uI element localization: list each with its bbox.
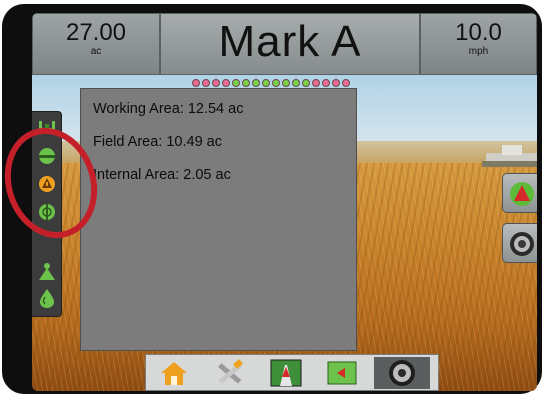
field-map-icon xyxy=(327,361,357,385)
boom-section-dot xyxy=(262,79,270,87)
boom-section-dot xyxy=(302,79,310,87)
job-title-panel[interactable]: Mark A xyxy=(160,13,420,75)
combine-harvester-icon xyxy=(482,145,537,167)
display-screen: 27.00 ac Mark A 10.0 mph Working Area: 1… xyxy=(32,13,537,391)
field-map-button[interactable] xyxy=(318,357,366,389)
boom-section-dot xyxy=(272,79,280,87)
boom-section-dot xyxy=(322,79,330,87)
boom-section-dot xyxy=(242,79,250,87)
applied-area-panel[interactable]: 27.00 ac xyxy=(32,13,160,75)
guidance-arrow-icon xyxy=(510,182,534,206)
boom-section-dot xyxy=(202,79,210,87)
area-info-popup: Working Area: 12.54 ac Field Area: 10.49… xyxy=(80,88,357,351)
working-area-text: Working Area: 12.54 ac xyxy=(93,101,244,117)
internal-area-text: Internal Area: 2.05 ac xyxy=(93,167,231,183)
speed-panel[interactable]: 10.0 mph xyxy=(420,13,537,75)
camera-lens-button[interactable] xyxy=(502,223,537,263)
guidance-view-button[interactable] xyxy=(262,357,310,389)
camera-lens-icon xyxy=(510,232,534,256)
field-area-text: Field Area: 10.49 ac xyxy=(93,134,222,150)
speed-unit: mph xyxy=(468,46,489,57)
top-status-bar: 27.00 ac Mark A 10.0 mph xyxy=(32,13,537,75)
applied-area-value: 27.00 xyxy=(65,19,127,46)
boom-section-dot xyxy=(252,79,260,87)
applied-area-unit: ac xyxy=(90,46,102,57)
home-button[interactable] xyxy=(150,357,198,389)
camera-button[interactable] xyxy=(374,357,430,389)
boom-section-dot xyxy=(332,79,340,87)
bottom-nav-bar xyxy=(145,354,439,391)
boom-section-dot xyxy=(342,79,350,87)
camera-icon xyxy=(389,360,415,386)
tools-button[interactable] xyxy=(206,357,254,389)
boom-section-dot xyxy=(282,79,290,87)
boom-section-dot xyxy=(292,79,300,87)
boom-section-dot xyxy=(212,79,220,87)
boom-section-dot xyxy=(192,79,200,87)
tools-icon xyxy=(218,359,243,384)
guidance-button[interactable] xyxy=(502,173,537,213)
boom-section-dot xyxy=(312,79,320,87)
job-title: Mark A xyxy=(218,17,362,66)
home-icon xyxy=(161,362,187,385)
boom-section-dot xyxy=(222,79,230,87)
speed-value: 10.0 xyxy=(455,19,502,46)
drop-icon[interactable] xyxy=(37,288,57,308)
boom-section-dot xyxy=(232,79,240,87)
spray-cone-icon[interactable] xyxy=(37,262,57,282)
guidance-view-icon xyxy=(270,359,302,387)
